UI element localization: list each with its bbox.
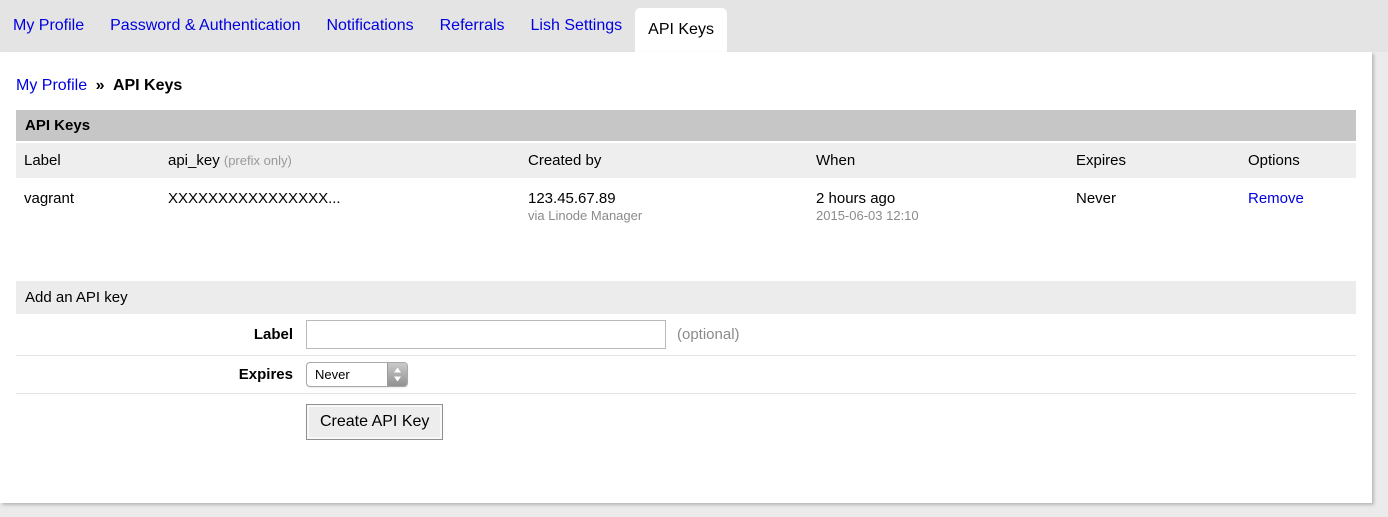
column-header-expires: Expires [1068,143,1240,178]
cell-key-label: vagrant [16,178,160,231]
column-header-api-key-note: (prefix only) [224,153,292,168]
table-header-row: Label api_key (prefix only) Created by W… [16,143,1356,178]
expires-field-control: Never [306,362,408,387]
tab-referrals[interactable]: Referrals [427,0,518,52]
breadcrumb: My Profile » API Keys [0,52,1372,110]
when-relative: 2 hours ago [816,190,1060,207]
tab-password-authentication[interactable]: Password & Authentication [97,0,313,52]
cell-expires: Never [1068,178,1240,231]
column-header-label: Label [16,143,160,178]
label-optional-note: (optional) [677,326,740,343]
cell-api-key-prefix: XXXXXXXXXXXXXXXX... [160,178,520,231]
column-header-api-key-text: api_key [168,152,220,169]
tab-notifications[interactable]: Notifications [313,0,426,52]
api-keys-table-section: API Keys Label api_key (prefix only) Cre… [16,110,1356,231]
api-key-table-row: vagrant XXXXXXXXXXXXXXXX... 123.45.67.89… [16,178,1356,231]
add-api-key-section: Add an API key Label (optional) Expires … [16,281,1356,446]
created-by-ip: 123.45.67.89 [528,190,800,207]
breadcrumb-current-page: API Keys [113,77,182,94]
tab-my-profile[interactable]: My Profile [0,0,97,52]
breadcrumb-separator: » [92,77,109,94]
when-timestamp: 2015-06-03 12:10 [816,208,1060,223]
submit-row-control: Create API Key [306,404,443,440]
created-by-via: via Linode Manager [528,208,800,223]
breadcrumb-my-profile-link[interactable]: My Profile [16,77,87,94]
cell-options: Remove [1240,178,1356,231]
cell-when: 2 hours ago 2015-06-03 12:10 [808,178,1068,231]
api-keys-table: Label api_key (prefix only) Created by W… [16,143,1356,231]
column-header-created-by: Created by [520,143,808,178]
expires-field-label: Expires [16,366,306,383]
tab-lish-settings[interactable]: Lish Settings [518,0,636,52]
column-header-api-key: api_key (prefix only) [160,143,520,178]
submit-form-row: Create API Key [16,394,1356,446]
label-field-label: Label [16,326,306,343]
label-field-control: (optional) [306,320,740,349]
tab-bar: My Profile Password & Authentication Not… [0,0,1388,52]
expires-form-row: Expires Never [16,356,1356,394]
expires-select-value: Never [315,367,350,382]
content-panel: My Profile » API Keys API Keys Label api… [0,52,1372,503]
column-header-options: Options [1240,143,1356,178]
label-form-row: Label (optional) [16,314,1356,356]
tab-api-keys[interactable]: API Keys [635,8,727,52]
cell-created-by: 123.45.67.89 via Linode Manager [520,178,808,231]
select-up-down-arrows-icon [387,362,407,387]
remove-link[interactable]: Remove [1248,190,1304,207]
column-header-when: When [808,143,1068,178]
expires-select[interactable]: Never [306,362,408,387]
create-api-key-button[interactable]: Create API Key [306,404,443,440]
label-input[interactable] [306,320,666,349]
add-api-key-title: Add an API key [16,281,1356,314]
api-keys-table-title: API Keys [16,110,1356,143]
